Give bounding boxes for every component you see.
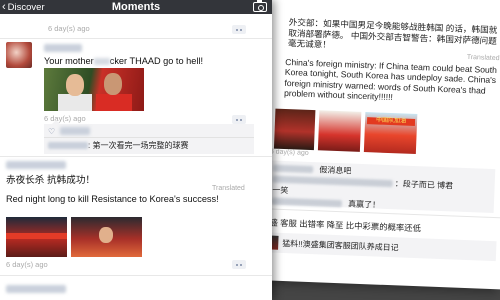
comment-box: 假消息吧 ：段子而已 博君 一笑 真赢了！ xyxy=(263,160,496,214)
link-title: 猛料!!澳盛集团客服团队养成日记 xyxy=(282,238,399,252)
photo-grid: 中国队加油 xyxy=(268,108,429,155)
post-time: 6 day(s) ago xyxy=(44,114,86,123)
post-time: 6 day(s) ago xyxy=(269,148,309,157)
divider xyxy=(0,38,272,39)
post-text-zh: 赤夜长杀 抗韩成功！ xyxy=(6,175,96,186)
background-moments-screen: 外交部：如果中国男足今晚能够战胜韩国 的话，韩国就取消部署萨德。 中国外交部吉智… xyxy=(250,0,500,290)
screenshot-collage: 外交部：如果中国男足今晚能够战胜韩国 的话，韩国就取消部署萨德。 中国外交部吉智… xyxy=(0,0,500,300)
post-text: Your mother cker THAAD go to hell! xyxy=(44,56,203,66)
divider xyxy=(44,137,254,138)
more-dots-icon[interactable] xyxy=(232,260,246,269)
more-dots-icon[interactable] xyxy=(232,115,246,124)
navigation-bar: ‹ Discover Moments xyxy=(0,0,272,14)
camera-icon[interactable] xyxy=(253,0,267,12)
post-photo[interactable] xyxy=(317,110,362,152)
post-text-zh: 外交部：如果中国男足今晚能够战胜韩国 的话，韩国就取消部署萨德。 中国外交部吉智… xyxy=(287,17,498,50)
translated-label: Translated xyxy=(466,53,500,63)
avatar[interactable] xyxy=(6,42,32,68)
post-text-en: China's foreign ministry: If China team … xyxy=(283,56,498,102)
username[interactable] xyxy=(6,285,66,293)
shared-link-card[interactable]: 猛料!!澳盛集团客服团队养成日记 xyxy=(259,232,497,262)
commenter-name[interactable] xyxy=(271,197,342,208)
post-photo[interactable] xyxy=(273,108,316,151)
comment[interactable]: : 第一次看完一场完整的球赛 xyxy=(48,140,188,151)
photo-banner-text: 中国队加油 xyxy=(366,117,416,126)
commenter-name[interactable] xyxy=(48,142,88,150)
comment-box: ♡ : 第一次看完一场完整的球赛 xyxy=(44,120,254,154)
liker-name[interactable] xyxy=(60,127,90,135)
divider xyxy=(0,275,272,276)
more-dots-icon[interactable] xyxy=(232,25,246,34)
translated-label: Translated xyxy=(212,185,245,192)
post-photo[interactable] xyxy=(44,68,144,111)
moment-post: 澳盛 客服 出错率 降至 比中彩票的概率还低 猛料!!澳盛集团客服团队养成日记 xyxy=(259,216,497,262)
post-photo[interactable]: 中国队加油 xyxy=(363,112,418,155)
commenter-name[interactable] xyxy=(273,164,314,174)
username[interactable] xyxy=(6,161,66,169)
divider xyxy=(0,156,272,157)
post-photo[interactable] xyxy=(6,217,67,257)
censored-text xyxy=(93,58,110,66)
moments-screen: ‹ Discover Moments 6 day(s) ago Your mot… xyxy=(0,0,272,300)
post-photo[interactable] xyxy=(71,217,142,257)
post-time: 6 day(s) ago xyxy=(48,24,90,33)
post-text-en: Red night long to kill Resistance to Kor… xyxy=(6,194,219,204)
post-time: 6 day(s) ago xyxy=(6,260,48,269)
page-title: Moments xyxy=(111,1,161,13)
username[interactable] xyxy=(44,44,82,52)
heart-icon: ♡ xyxy=(48,127,56,136)
